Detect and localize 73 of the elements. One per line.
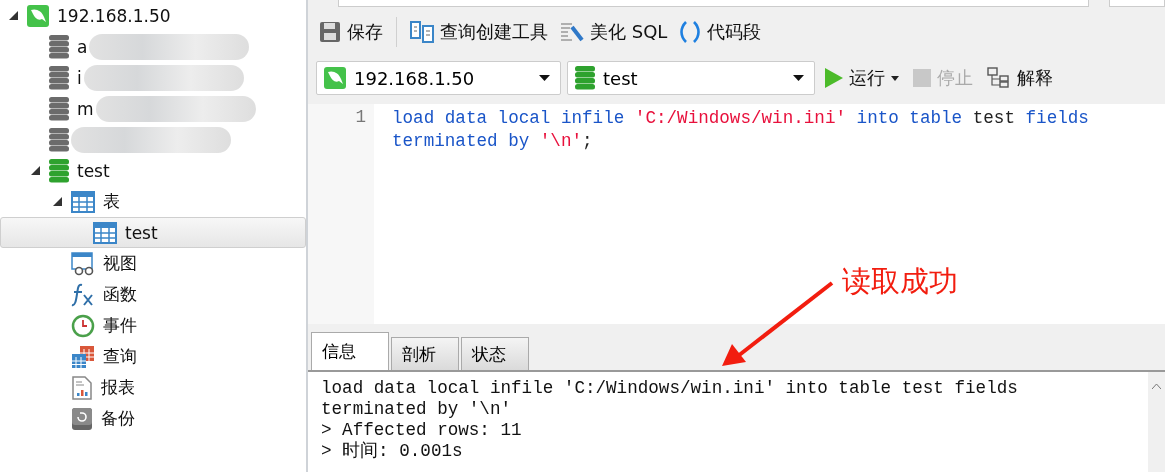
tree-item[interactable]: 192.168.1.50 — [0, 0, 306, 31]
database-icon — [49, 34, 69, 59]
tree-item[interactable]: a — [0, 31, 306, 62]
tree-label: 函数 — [103, 283, 137, 306]
tree-label: 查询 — [103, 345, 137, 368]
caret-icon — [539, 75, 550, 81]
database-icon — [49, 158, 69, 183]
action-button[interactable]: 运行 — [821, 64, 889, 92]
database-icon — [49, 65, 69, 90]
tree-item[interactable]: 表 — [0, 186, 306, 217]
tree-item[interactable]: i — [0, 62, 306, 93]
message-line: load data local infile 'C:/Windows/win.ini' into table test fields — [321, 378, 1019, 399]
caret-icon[interactable] — [891, 75, 899, 81]
line-number: 1 — [354, 107, 366, 127]
tree-label: 视图 — [103, 252, 137, 275]
report-icon — [71, 375, 93, 400]
backup-icon — [71, 406, 93, 431]
tree-label: 192.168.1.50 — [57, 5, 171, 26]
function-icon — [71, 282, 95, 307]
tree-item[interactable]: test — [0, 155, 306, 186]
tree-item[interactable]: 备份 — [0, 403, 306, 434]
scrollbar[interactable] — [1148, 372, 1165, 472]
tree-item[interactable]: 函数 — [0, 279, 306, 310]
database-icon — [49, 96, 69, 121]
toolbar-button[interactable]: 保存 — [314, 18, 388, 46]
tree-item[interactable]: 查询 — [0, 341, 306, 372]
builder-icon — [410, 21, 434, 43]
explain-icon — [987, 67, 1011, 89]
expanded-triangle-icon[interactable] — [52, 197, 62, 206]
annotation-text: 读取成功 — [842, 263, 958, 300]
clock-icon — [71, 313, 95, 338]
tree-label: m — [77, 98, 94, 119]
tree-item[interactable]: 事件 — [0, 310, 306, 341]
tree-label: test — [125, 222, 158, 243]
message-line: > Affected rows: 11 — [321, 420, 523, 441]
database-icon — [575, 66, 595, 90]
tree-label: 报表 — [101, 376, 135, 399]
action-button[interactable]: 解释 — [983, 64, 1057, 92]
play-icon — [825, 68, 843, 88]
message-line: terminated by '\n' — [321, 399, 513, 420]
result-tab[interactable]: 信息 — [311, 332, 389, 370]
tree-label: test — [77, 160, 110, 181]
expanded-triangle-icon[interactable] — [8, 11, 18, 20]
database-select[interactable]: test — [567, 61, 815, 95]
floppy-icon — [319, 21, 341, 43]
tree-label: a — [77, 36, 88, 57]
tree-item[interactable]: test — [0, 217, 306, 248]
result-tab[interactable]: 剖析 — [391, 337, 459, 370]
tree-item[interactable]: 报表 — [0, 372, 306, 403]
result-tab[interactable]: 状态 — [461, 337, 529, 370]
toolbar-button[interactable]: 代码段 — [674, 18, 767, 46]
table-icon — [93, 221, 117, 244]
tree-label: i — [77, 67, 82, 88]
brush-lines-icon — [560, 21, 584, 43]
database-icon — [49, 127, 69, 152]
expanded-triangle-icon[interactable] — [30, 166, 40, 175]
tree-item[interactable]: m — [0, 93, 306, 124]
caret-icon — [793, 75, 804, 81]
tree-label: 表 — [103, 190, 120, 213]
tree-item[interactable]: 视图 — [0, 248, 306, 279]
toolbar-button[interactable]: 美化 SQL — [555, 18, 673, 46]
parentheses-icon — [679, 20, 702, 44]
table-icon — [71, 190, 95, 213]
toolbar-button[interactable]: 查询创建工具 — [405, 18, 553, 46]
tree-label: 事件 — [103, 314, 137, 337]
table-glasses-icon — [71, 251, 95, 276]
tree-label: 备份 — [101, 407, 135, 430]
query-icon — [71, 344, 95, 369]
stop-icon — [913, 69, 931, 87]
scroll-up-icon[interactable] — [1152, 384, 1161, 389]
message-line: > 时间: 0.001s — [321, 441, 464, 462]
sql-code[interactable]: load data local infile 'C:/Windows/win.ini' into table test fields terminated by '\n'; — [392, 107, 1122, 153]
connection-select[interactable]: 192.168.1.50 — [316, 61, 561, 95]
